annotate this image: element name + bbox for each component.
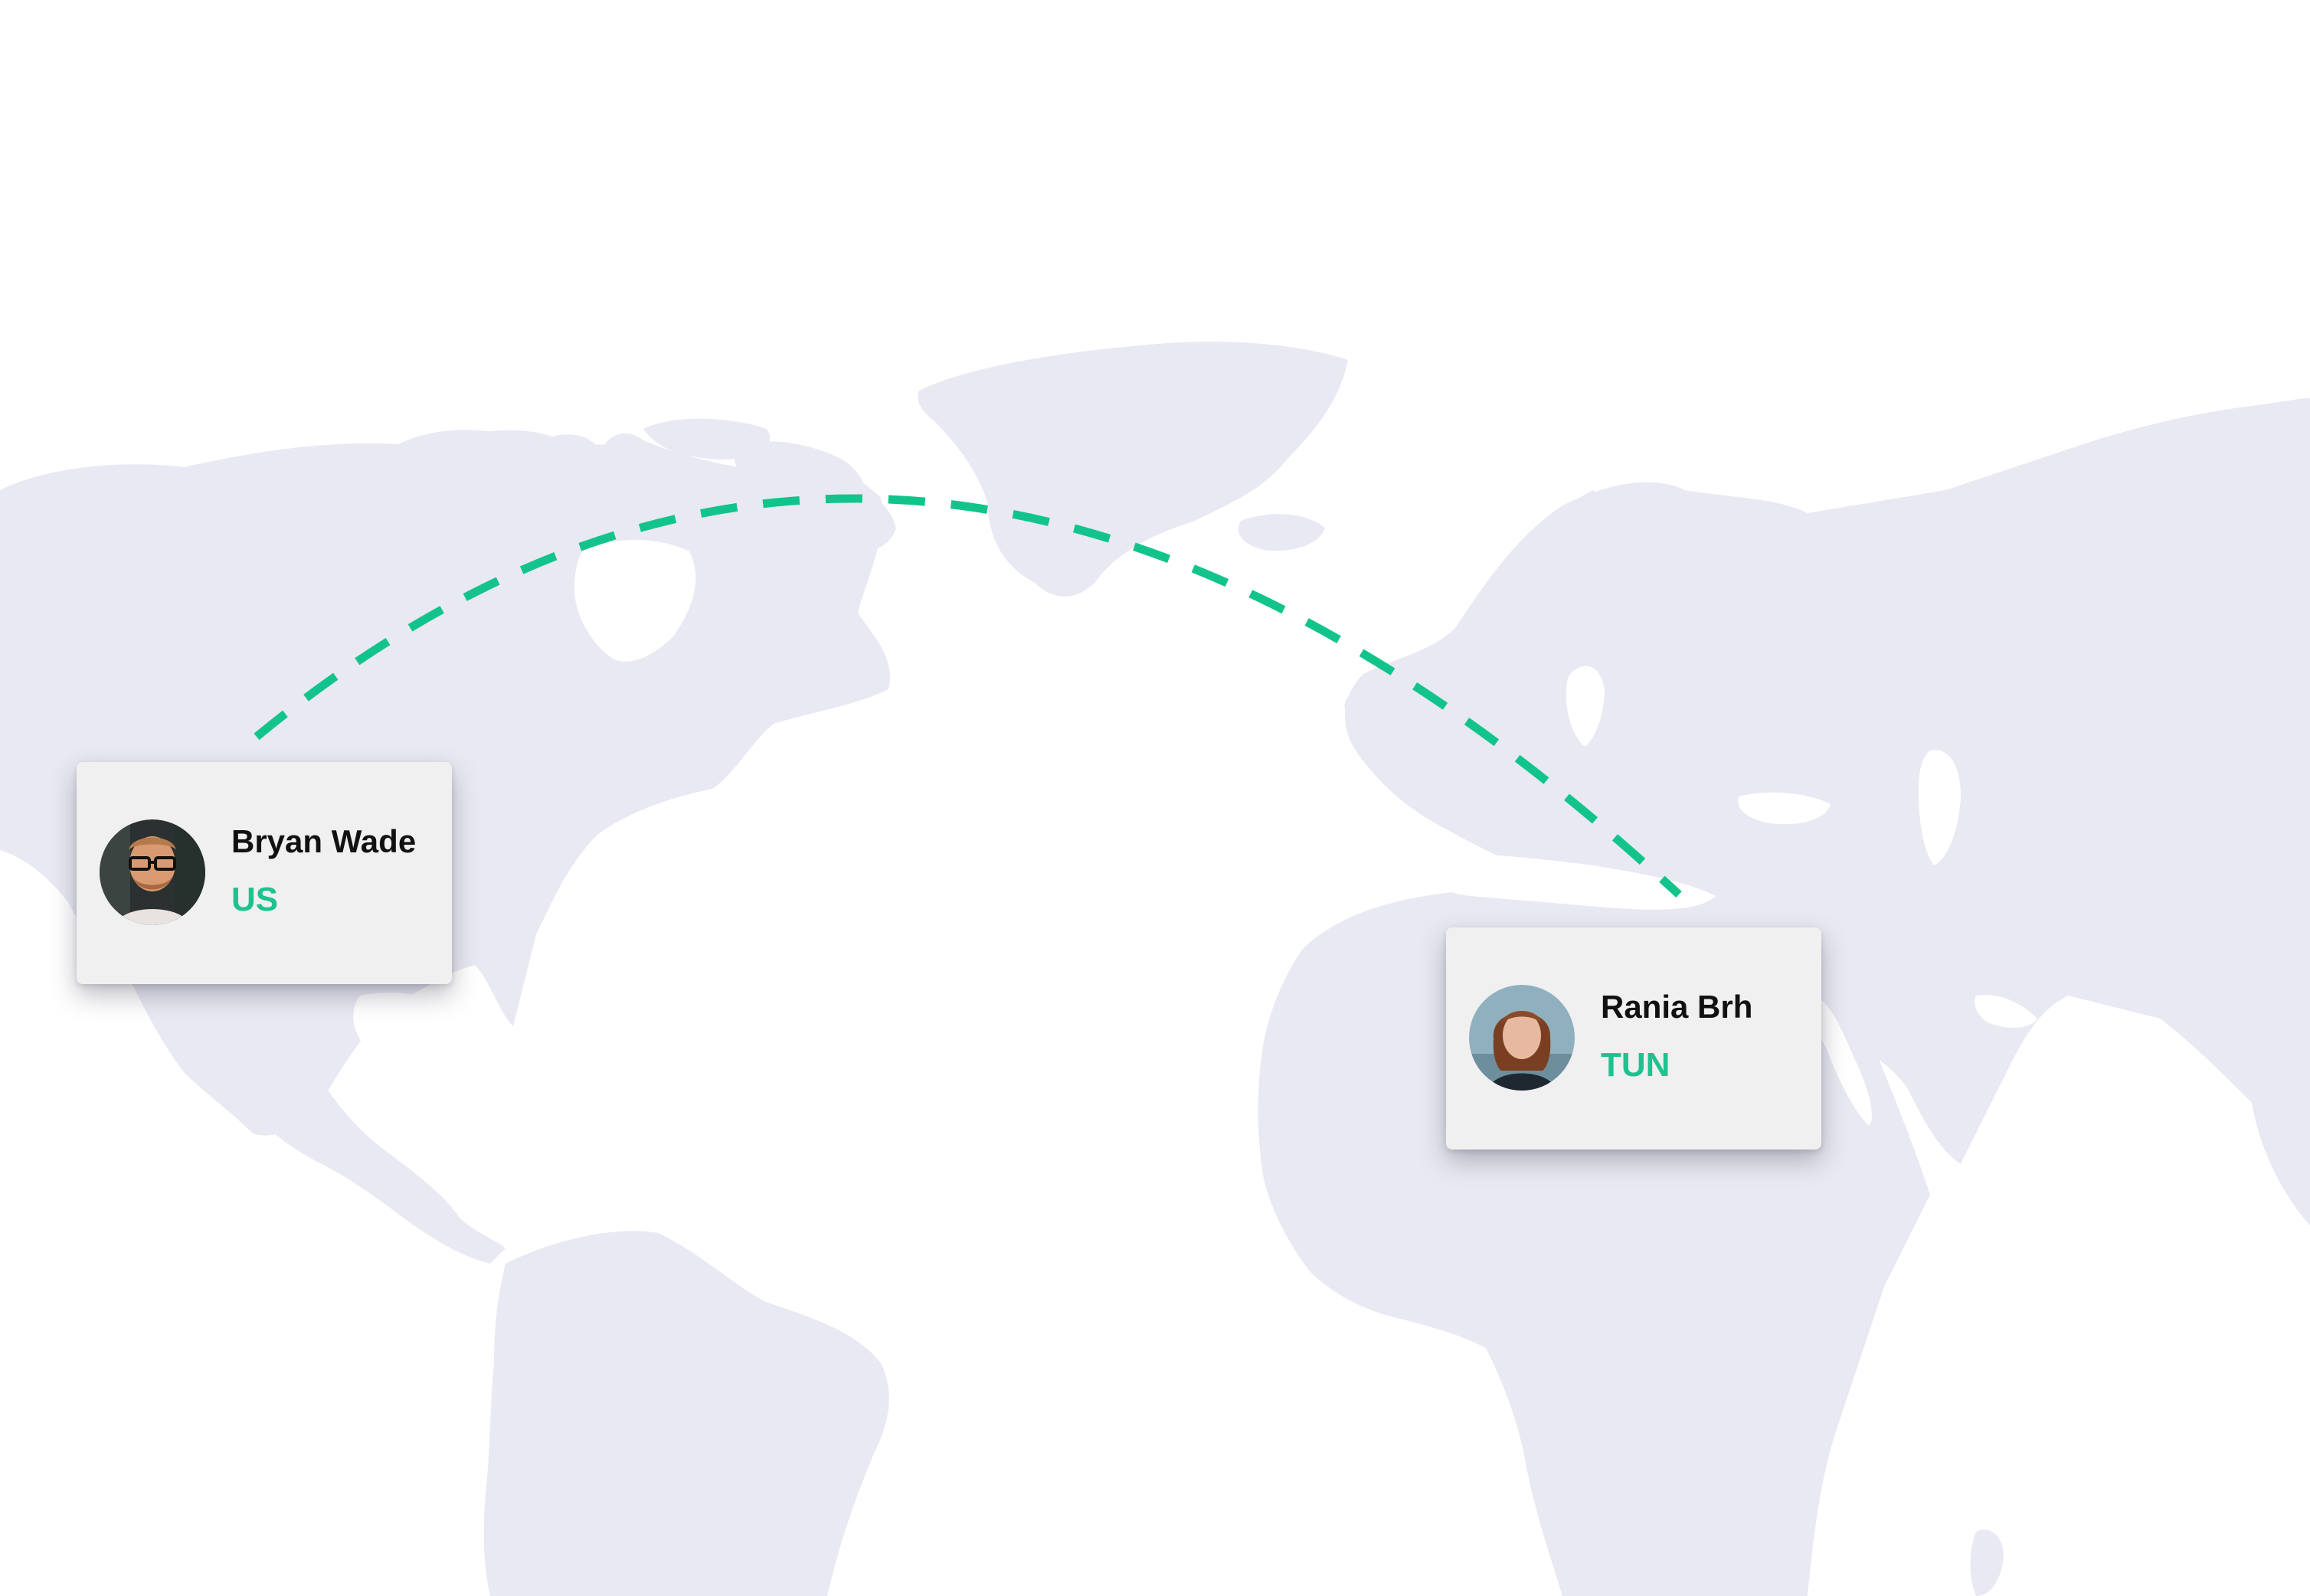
iceland-land: [1238, 514, 1325, 551]
user-country: US: [231, 881, 279, 918]
madagascar-land: [1970, 1529, 2004, 1596]
user-country: TUN: [1601, 1046, 1670, 1084]
south-america-land: [483, 1231, 889, 1596]
user-card-rania-brh[interactable]: Rania Brh TUN: [1446, 927, 1821, 1150]
greenland-land: [918, 342, 1348, 597]
man-with-glasses-avatar: [100, 819, 205, 925]
user-name: Bryan Wade: [231, 823, 417, 859]
woman-red-hair-avatar: [1469, 985, 1575, 1091]
user-card-bryan-wade[interactable]: Bryan Wade US: [77, 762, 452, 984]
gulf-of-mexico-water: [353, 993, 482, 1074]
user-name: Rania Brh: [1601, 989, 1753, 1025]
